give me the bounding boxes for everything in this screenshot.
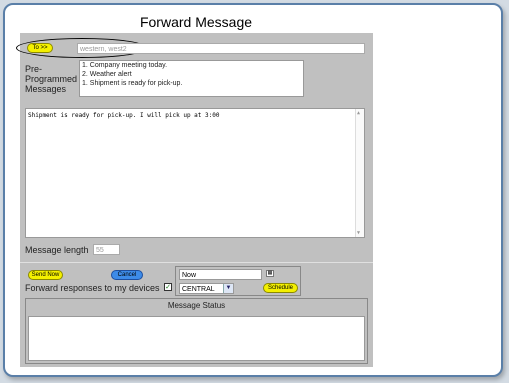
message-scrollbar[interactable]: ▲ ▼ — [355, 109, 364, 237]
scroll-down-icon[interactable]: ▼ — [357, 230, 360, 236]
list-item[interactable]: 1. Company meeting today. — [82, 61, 303, 70]
preprogrammed-label: Pre- Programmed Messages — [25, 64, 78, 94]
cancel-button[interactable]: Cancel — [111, 270, 143, 280]
preprogrammed-messages-list[interactable]: 1. Company meeting today. 2. Weather ale… — [79, 60, 304, 97]
schedule-box: Now ▦ CENTRAL ▼ Schedule — [175, 266, 301, 296]
message-textarea[interactable]: Shipment is ready for pick-up. I will pi… — [25, 108, 365, 238]
timezone-value: CENTRAL — [182, 286, 215, 293]
window-frame: Forward Message To >> western, west2 Pre… — [3, 3, 503, 377]
forward-responses-checkbox[interactable]: ✓ — [164, 283, 172, 291]
forward-responses-label: Forward responses to my devices — [25, 283, 160, 293]
to-button[interactable]: To >> — [27, 43, 53, 53]
message-status-body — [28, 316, 365, 361]
message-status-panel: Message Status — [25, 298, 368, 364]
scroll-up-icon[interactable]: ▲ — [357, 110, 360, 116]
to-recipients-input[interactable]: western, west2 — [77, 43, 365, 54]
list-item[interactable]: 2. Weather alert — [82, 70, 303, 79]
message-text: Shipment is ready for pick-up. I will pi… — [28, 112, 220, 119]
message-length-field: 55 — [93, 244, 120, 255]
forward-panel: To >> western, west2 Pre- Programmed Mes… — [16, 33, 373, 367]
divider — [20, 262, 373, 263]
schedule-button[interactable]: Schedule — [263, 283, 298, 293]
page-title: Forward Message — [139, 14, 253, 30]
chevron-down-icon[interactable]: ▼ — [223, 284, 233, 293]
calendar-icon[interactable]: ▦ — [266, 270, 274, 277]
message-length-label: Message length — [25, 245, 89, 255]
send-time-input[interactable]: Now — [179, 269, 262, 280]
list-item[interactable]: 1. Shipment is ready for pick-up. — [82, 79, 303, 88]
send-now-button[interactable]: Send Now — [28, 270, 63, 280]
timezone-select[interactable]: CENTRAL ▼ — [179, 283, 234, 294]
message-status-title: Message Status — [167, 301, 226, 310]
